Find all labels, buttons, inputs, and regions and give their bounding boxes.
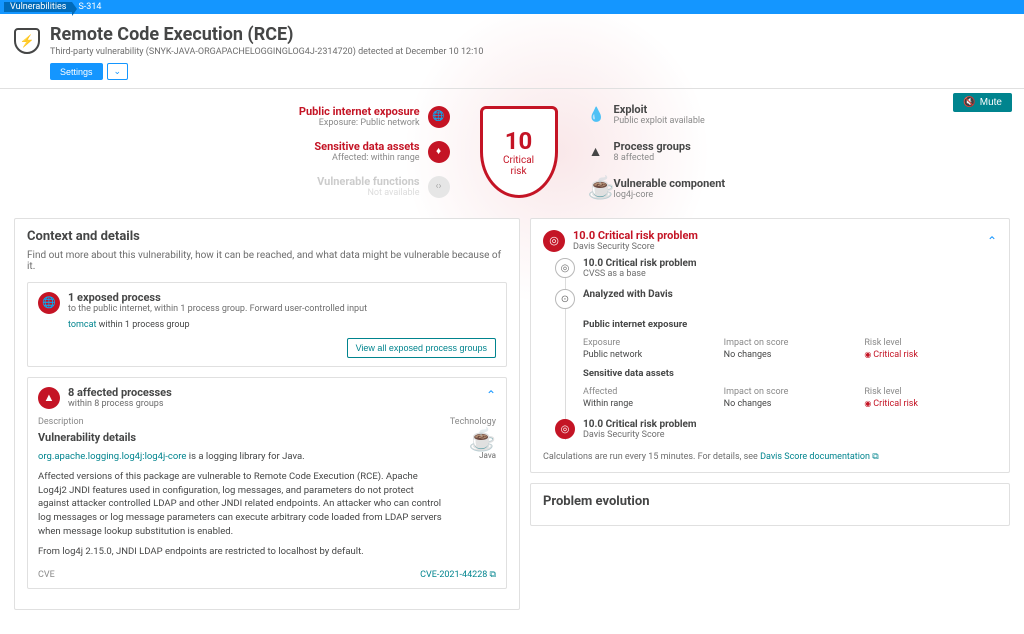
breadcrumb: Vulnerabilities S-314 <box>0 0 1024 14</box>
cve-label: CVE <box>38 570 55 580</box>
tomcat-link[interactable]: tomcat <box>68 320 96 330</box>
sensitive-section-label: Sensitive data assets <box>583 368 997 379</box>
metric-sensitive-data: Sensitive data assets Affected: within r… <box>314 140 449 163</box>
component-link[interactable]: org.apache.logging.log4j:log4j-core <box>38 451 186 462</box>
context-description: Find out more about this vulnerability, … <box>27 250 507 272</box>
java-icon: ☕ <box>469 431 496 451</box>
java-icon: ☕ <box>588 179 604 199</box>
metric-internet-exposure: Public internet exposure Exposure: Publi… <box>299 105 450 128</box>
calculation-note: Calculations are run every 15 minutes. F… <box>543 452 997 462</box>
step-davis-analysis: ⊙ Analyzed with Davis <box>555 289 997 309</box>
target-icon: ◎ <box>555 258 575 278</box>
breadcrumb-id[interactable]: S-314 <box>72 2 107 12</box>
globe-icon: 🌐 <box>38 292 60 314</box>
risk-score-badge: 10 Criticalrisk <box>480 106 558 198</box>
view-all-exposed-button[interactable]: View all exposed process groups <box>347 338 496 358</box>
metric-vulnerable-component: ☕ Vulnerable componentlog4j-core <box>588 177 726 200</box>
code-icon: ‹› <box>428 176 450 198</box>
problem-evolution-title: Problem evolution <box>543 494 997 509</box>
context-card: Context and details Find out more about … <box>14 218 520 610</box>
davis-doc-link[interactable]: Davis Score documentation <box>760 452 879 462</box>
metric-exploit: 💧 ExploitPublic exploit available <box>588 103 726 126</box>
vulnerability-para-2: From log4j 2.15.0, JNDI LDAP endpoints a… <box>38 545 446 559</box>
warning-icon: ▲ <box>38 387 60 409</box>
breadcrumb-vulnerabilities[interactable]: Vulnerabilities <box>4 2 72 12</box>
drop-icon: 💧 <box>588 107 604 123</box>
collapse-icon[interactable]: ⌃ <box>486 388 496 402</box>
page-header: ⚡ Remote Code Execution (RCE) Third-part… <box>0 14 1024 89</box>
exposure-section-label: Public internet exposure <box>583 319 997 330</box>
davis-score-card: ◎ 10.0 Critical risk problem Davis Secur… <box>530 218 1010 473</box>
warning-icon: ▲ <box>588 143 604 160</box>
step-final-score: ◎ 10.0 Critical risk problem Davis Secur… <box>555 419 997 440</box>
globe-icon: 🌐 <box>428 106 450 128</box>
settings-button[interactable]: Settings <box>50 63 103 80</box>
page-title: Remote Code Execution (RCE) <box>50 24 483 45</box>
page-subtitle: Third-party vulnerability (SNYK-JAVA-ORG… <box>50 47 483 57</box>
affected-processes-card: ⌃ ▲ 8 affected processes within 8 proces… <box>27 377 507 589</box>
problem-evolution-card: Problem evolution <box>530 483 1010 526</box>
vulnerability-para-1: Affected versions of this package are vu… <box>38 470 446 539</box>
technology-label: Technology <box>450 417 496 427</box>
summary-band: 🔇 Mute Public internet exposure Exposure… <box>0 89 1024 218</box>
gem-icon: ♦ <box>428 141 450 163</box>
metric-process-groups: ▲ Process groups8 affected <box>588 140 726 163</box>
target-icon: ◎ <box>543 230 565 252</box>
vulnerability-details-title: Vulnerability details <box>38 431 446 444</box>
metric-vulnerable-functions: Vulnerable functions Not available ‹› <box>317 175 449 198</box>
settings-dropdown-button[interactable]: ⌄ <box>107 63 129 80</box>
exposed-process-card: 🌐 1 exposed process to the public intern… <box>27 282 507 367</box>
target-icon: ◎ <box>555 419 575 439</box>
step-cvss-base: ◎ 10.0 Critical risk problem CVSS as a b… <box>555 258 997 279</box>
mute-button[interactable]: 🔇 Mute <box>953 93 1012 112</box>
shield-icon: ⚡ <box>14 28 40 54</box>
description-label: Description <box>38 417 84 427</box>
collapse-icon[interactable]: ⌃ <box>987 234 997 248</box>
context-title: Context and details <box>27 229 507 244</box>
cve-link[interactable]: CVE-2021-44228 <box>420 570 496 580</box>
magnify-icon: ⊙ <box>555 289 575 309</box>
